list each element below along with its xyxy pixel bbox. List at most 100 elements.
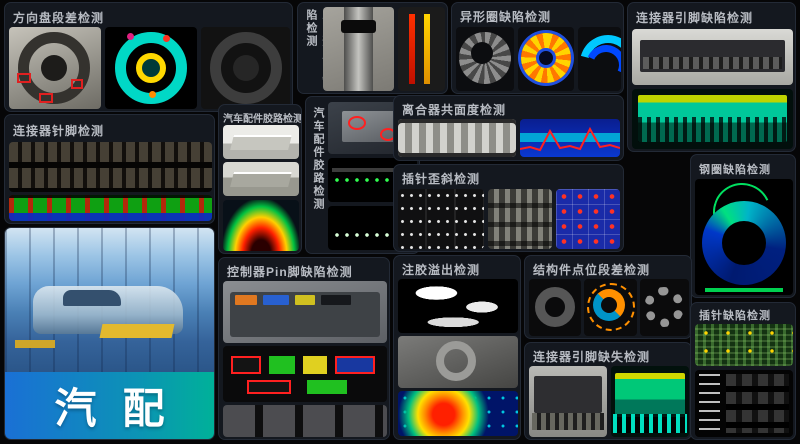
metal-strip-photo-image	[223, 125, 299, 159]
pin-row-heatmap-image	[9, 195, 212, 221]
brand-title: 汽配	[54, 375, 190, 436]
panel-i-shape-ring[interactable]: 工字形胶圈缺陷检测	[297, 2, 448, 94]
panel-connector-lead-defect-label: 连接器引脚缺陷检测	[636, 9, 753, 26]
connector-pins-row	[532, 413, 604, 430]
auto-parts-inspection-collage: 方向盘段差检测 工字形胶圈缺陷检测	[0, 0, 800, 444]
glue-path-heatmap-image	[223, 200, 299, 251]
heatmap-red-stripe	[409, 14, 415, 85]
connector-block	[295, 295, 315, 305]
panel-shaped-ring[interactable]: 异形圈缺陷检测	[451, 2, 624, 94]
panel-clutch[interactable]: 离合器共面度检测	[393, 95, 624, 161]
controller-heatmap-image	[223, 346, 387, 402]
connector-heatmap-image	[632, 89, 793, 149]
ring-heatmap-image	[584, 279, 637, 336]
controller-photo-image	[223, 281, 387, 343]
measure-bar	[705, 288, 783, 292]
connector-block	[235, 295, 257, 305]
warn-block	[303, 356, 327, 374]
yellow-fixture-shape	[100, 324, 175, 338]
brand-band: 汽配	[5, 372, 214, 439]
panel-steering-step-label: 方向盘段差检测	[13, 9, 104, 26]
result-readout-image	[695, 370, 793, 437]
panel-connector-lead-missing[interactable]: 连接器引脚缺失检测	[524, 342, 692, 440]
connector-photo-image	[632, 29, 793, 85]
part-ring-shape	[436, 341, 476, 381]
steering-hub-shape	[41, 55, 67, 81]
overflow-heatmap-image	[398, 391, 518, 436]
connector-heatmap-housing	[615, 373, 685, 417]
connector-photo-image	[529, 366, 607, 437]
panel-glue-overflow-label: 注胶溢出检测	[402, 261, 480, 278]
ring-edge-heatmap-image	[578, 27, 621, 91]
annotation-circle	[348, 116, 366, 130]
pin-row-photo-image	[9, 142, 212, 192]
connector-pins-row	[643, 57, 782, 69]
panel-connector-pins-label: 连接器针脚检测	[13, 122, 104, 139]
dashed-annotation-ring	[587, 283, 635, 331]
connector-heatmap-pins	[613, 414, 688, 432]
panel-pin-skew[interactable]: 插针歪斜检测	[393, 164, 624, 252]
defect-block	[247, 380, 291, 394]
ring-shape	[535, 287, 575, 327]
connector-heatmap-body	[638, 95, 786, 142]
panel-connector-lead-missing-label: 连接器引脚缺失检测	[533, 348, 650, 365]
factory-photo-image	[5, 228, 214, 374]
panel-glue-path-a[interactable]: 汽车配件胶路检测	[218, 104, 302, 254]
ring-donut-hole	[722, 221, 766, 265]
panel-pin-skew-label: 插针歪斜检测	[402, 170, 480, 187]
heatmap-ring	[593, 289, 625, 321]
panel-structural-step-label: 结构件点位段差检测	[533, 261, 650, 278]
gear-heatmap-hole	[536, 48, 556, 68]
steel-ring-heatmap-image	[695, 179, 793, 295]
panel-brand-factory[interactable]: 汽配	[4, 227, 215, 440]
panel-structural-step[interactable]: 结构件点位段差检测	[524, 255, 692, 339]
steering-wheel-heatmap-image	[105, 27, 197, 109]
defect-block	[231, 356, 261, 374]
coplanarity-heatmap-image	[520, 119, 620, 157]
panel-controller-pin[interactable]: 控制器Pin脚缺陷检测	[218, 257, 390, 440]
panel-glue-path-b-label: 汽车配件胶路检测	[310, 107, 326, 247]
steering-wheel-photo-image	[9, 27, 101, 109]
gear-heatmap-image	[518, 27, 574, 91]
panel-glue-path-a-label: 汽车配件胶路检测	[223, 110, 302, 125]
panel-connector-lead-defect[interactable]: 连接器引脚缺陷检测	[627, 2, 796, 152]
yellow-fixture-shape	[15, 340, 55, 348]
clutch-plate-photo-image	[398, 119, 516, 157]
steering-wheel-dark-image	[201, 27, 290, 109]
panel-steering-step[interactable]: 方向盘段差检测	[4, 2, 293, 112]
defect-spot	[127, 33, 134, 40]
connector-block	[263, 295, 289, 305]
pin-slot-grid	[726, 374, 789, 433]
ok-block	[269, 356, 295, 374]
gear-ring-photo-image	[640, 279, 689, 336]
panel-steel-ring-label: 钢圈缺陷检测	[699, 161, 771, 177]
steering-hub-heatmap-shape	[136, 53, 166, 83]
steering-hub-shape	[233, 55, 259, 81]
ok-block	[307, 380, 347, 394]
pin-grid-dark-image	[398, 189, 484, 249]
connector-heatmap-pins	[638, 117, 786, 141]
rubber-ring-band	[341, 20, 375, 33]
panel-clutch-label: 离合器共面度检测	[402, 101, 506, 118]
detection-box	[39, 93, 53, 103]
panel-pin-defect[interactable]: 插针缺陷检测	[690, 302, 796, 440]
gear-hole	[471, 42, 493, 64]
panel-controller-pin-label: 控制器Pin脚缺陷检测	[227, 263, 353, 280]
metal-strip-photo-image	[223, 162, 299, 196]
connector-housing	[534, 376, 603, 413]
connector-block	[321, 295, 351, 305]
pcb-photo-image	[695, 324, 793, 366]
detection-box	[17, 73, 31, 83]
detection-box	[71, 79, 83, 89]
panel-steel-ring[interactable]: 钢圈缺陷检测	[690, 154, 796, 298]
gear-ring-shape	[644, 287, 684, 327]
defect-spot	[163, 35, 170, 42]
panel-glue-overflow[interactable]: 注胶溢出检测	[393, 255, 521, 440]
connector-modules-row-image	[223, 405, 387, 437]
heatmap-yellow-stripe	[424, 14, 430, 85]
part-photo-image	[398, 336, 518, 388]
panel-connector-pins[interactable]: 连接器针脚检测	[4, 114, 215, 224]
pin-small-multiples-image	[556, 189, 620, 249]
result-text-lines	[699, 374, 721, 433]
connector-heatmap-image	[611, 366, 689, 437]
